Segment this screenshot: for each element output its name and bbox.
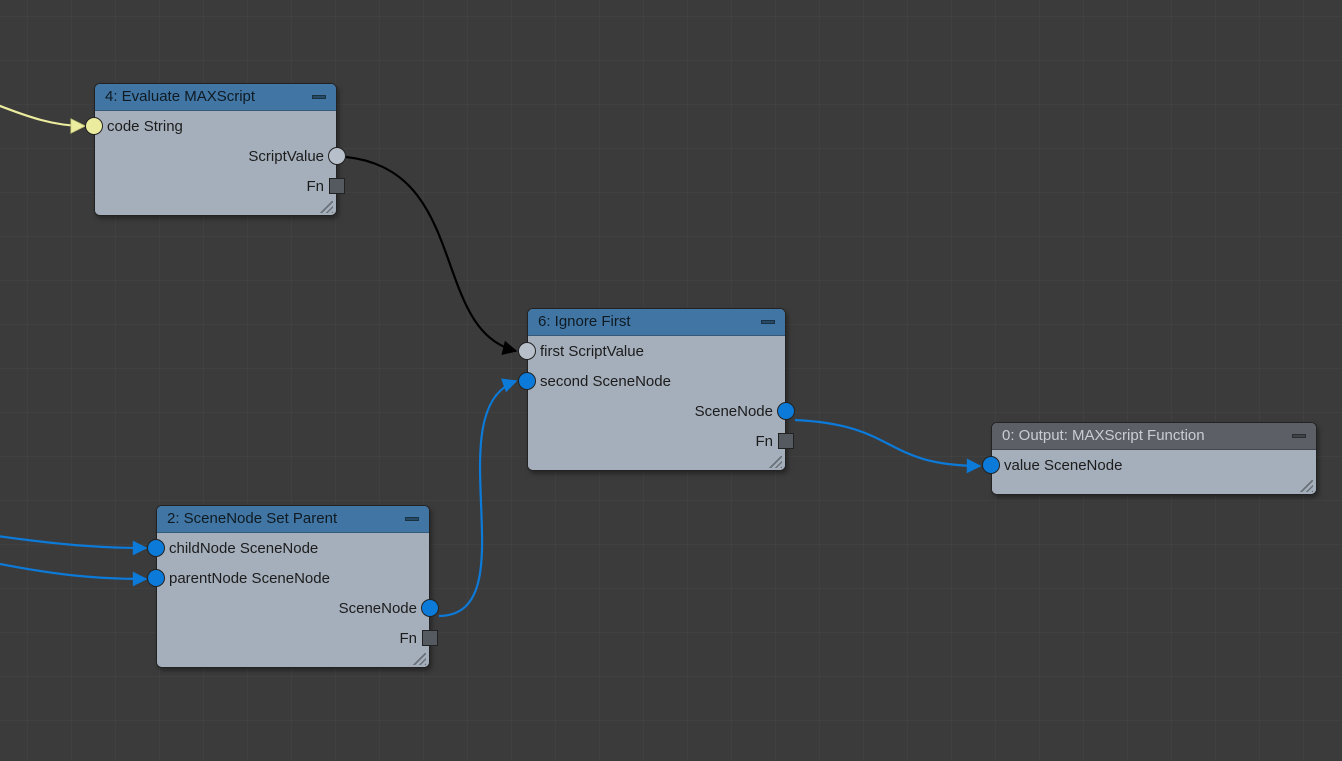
node-title-label: 0: Output: MAXScript Function [1002, 427, 1205, 444]
port-label: code String [107, 118, 183, 135]
minimize-icon[interactable] [761, 320, 775, 324]
node-title-label: 2: SceneNode Set Parent [167, 510, 337, 527]
port-icon[interactable] [147, 569, 165, 587]
minimize-icon[interactable] [405, 517, 419, 521]
input-port-code[interactable]: code String [95, 111, 336, 141]
resize-grip-icon[interactable] [1295, 480, 1313, 492]
input-port-value[interactable]: value SceneNode [992, 450, 1316, 480]
port-label: SceneNode [695, 403, 773, 420]
minimize-icon[interactable] [1292, 434, 1306, 438]
input-port-childnode[interactable]: childNode SceneNode [157, 533, 429, 563]
output-port-scriptvalue[interactable]: ScriptValue [95, 141, 336, 171]
node-6-ignore-first[interactable]: 6: Ignore First first ScriptValue second… [527, 308, 786, 471]
port-label: Fn [399, 630, 417, 647]
node-0-output-maxscript-function[interactable]: 0: Output: MAXScript Function value Scen… [991, 422, 1317, 495]
output-port-fn[interactable]: Fn [157, 623, 429, 653]
port-icon[interactable] [518, 342, 536, 360]
node-footer [992, 480, 1316, 494]
node-2-scenenode-set-parent[interactable]: 2: SceneNode Set Parent childNode SceneN… [156, 505, 430, 668]
port-icon[interactable] [147, 539, 165, 557]
port-icon[interactable] [518, 372, 536, 390]
node-title[interactable]: 0: Output: MAXScript Function [992, 423, 1316, 450]
port-label: second SceneNode [540, 373, 671, 390]
port-label: SceneNode [339, 600, 417, 617]
minimize-icon[interactable] [312, 95, 326, 99]
port-icon[interactable] [422, 630, 438, 646]
node-title[interactable]: 2: SceneNode Set Parent [157, 506, 429, 533]
port-icon[interactable] [85, 117, 103, 135]
node-footer [157, 653, 429, 667]
port-label: childNode SceneNode [169, 540, 318, 557]
resize-grip-icon[interactable] [315, 201, 333, 213]
port-label: Fn [755, 433, 773, 450]
input-port-parentnode[interactable]: parentNode SceneNode [157, 563, 429, 593]
resize-grip-icon[interactable] [764, 456, 782, 468]
output-port-scenenode[interactable]: SceneNode [528, 396, 785, 426]
output-port-scenenode[interactable]: SceneNode [157, 593, 429, 623]
port-icon[interactable] [778, 433, 794, 449]
node-footer [95, 201, 336, 215]
port-label: ScriptValue [248, 148, 324, 165]
input-port-first[interactable]: first ScriptValue [528, 336, 785, 366]
port-icon[interactable] [777, 402, 795, 420]
port-label: first ScriptValue [540, 343, 644, 360]
output-port-fn[interactable]: Fn [95, 171, 336, 201]
port-icon[interactable] [328, 147, 346, 165]
port-icon[interactable] [982, 456, 1000, 474]
port-label: Fn [306, 178, 324, 195]
output-port-fn[interactable]: Fn [528, 426, 785, 456]
node-4-evaluate-maxscript[interactable]: 4: Evaluate MAXScript code String Script… [94, 83, 337, 216]
port-label: parentNode SceneNode [169, 570, 330, 587]
node-title[interactable]: 6: Ignore First [528, 309, 785, 336]
node-title-label: 4: Evaluate MAXScript [105, 88, 255, 105]
resize-grip-icon[interactable] [408, 653, 426, 665]
port-icon[interactable] [421, 599, 439, 617]
node-footer [528, 456, 785, 470]
node-title[interactable]: 4: Evaluate MAXScript [95, 84, 336, 111]
port-label: value SceneNode [1004, 457, 1122, 474]
port-icon[interactable] [329, 178, 345, 194]
input-port-second[interactable]: second SceneNode [528, 366, 785, 396]
node-title-label: 6: Ignore First [538, 313, 631, 330]
